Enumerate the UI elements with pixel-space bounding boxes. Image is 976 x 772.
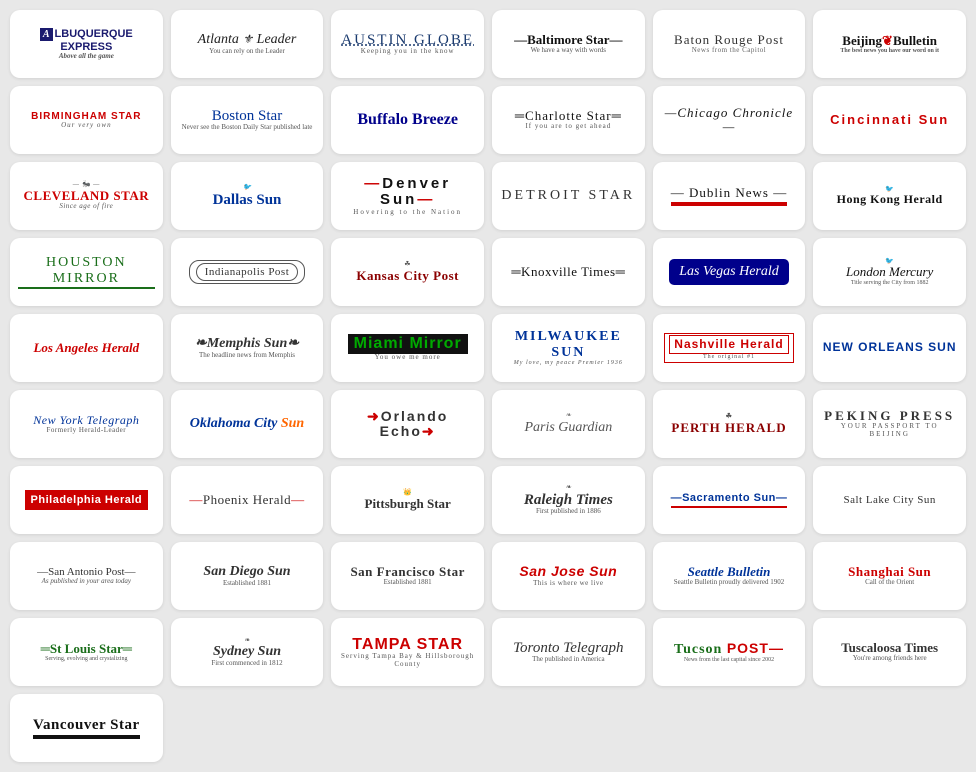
card-sanjose[interactable]: San Jose Sun This is where we live xyxy=(492,542,645,610)
card-chicago[interactable]: —Chicago Chronicle— xyxy=(653,86,806,154)
empty-cell-2 xyxy=(331,694,484,762)
card-houston[interactable]: Houston Mirror xyxy=(10,238,163,306)
card-kansascity[interactable]: ☘ Kansas City Post xyxy=(331,238,484,306)
card-sydney[interactable]: ❧ Sydney Sun First commenced in 1812 xyxy=(171,618,324,686)
card-shanghai[interactable]: Shanghai Sun Call of the Orient xyxy=(813,542,966,610)
card-sandiego[interactable]: San Diego Sun Established 1881 xyxy=(171,542,324,610)
card-indianapolis[interactable]: Indianapolis Post xyxy=(171,238,324,306)
card-knoxville[interactable]: ═Knoxville Times═ xyxy=(492,238,645,306)
card-philadelphia[interactable]: Philadelphia Herald xyxy=(10,466,163,534)
card-london[interactable]: 🐦 London Mercury Title serving the City … xyxy=(813,238,966,306)
card-baton[interactable]: Baton Rouge Post News from the Capitol xyxy=(653,10,806,78)
card-tuscaloosa[interactable]: Tuscaloosa Times You're among friends he… xyxy=(813,618,966,686)
card-cincinnati[interactable]: Cincinnati Sun xyxy=(813,86,966,154)
card-miami[interactable]: Miami Mirror You owe me more xyxy=(331,314,484,382)
card-seattle[interactable]: Seattle Bulletin Seattle Bulletin proudl… xyxy=(653,542,806,610)
card-pittsburgh[interactable]: 👑 Pittsburgh Star xyxy=(331,466,484,534)
card-toronto[interactable]: Toronto Telegraph The published in Ameri… xyxy=(492,618,645,686)
card-newyork[interactable]: New York Telegraph Formerly Herald-Leade… xyxy=(10,390,163,458)
card-buffalo[interactable]: Buffalo Breeze xyxy=(331,86,484,154)
card-atlanta[interactable]: Atlanta ⚜ Leader You can rely on the Lea… xyxy=(171,10,324,78)
card-memphis[interactable]: ❧Memphis Sun❧ The headline news from Mem… xyxy=(171,314,324,382)
card-losangeles[interactable]: Los Angeles Herald xyxy=(10,314,163,382)
card-detroit[interactable]: Detroit Star xyxy=(492,162,645,230)
card-milwaukee[interactable]: Milwaukee Sun My love, my peace Premier … xyxy=(492,314,645,382)
card-boston[interactable]: Boston Star Never see the Boston Daily S… xyxy=(171,86,324,154)
empty-cell-5 xyxy=(813,694,966,762)
empty-cell-3 xyxy=(492,694,645,762)
card-beijing[interactable]: Beijing❦Bulletin The best news you have … xyxy=(813,10,966,78)
card-baltimore[interactable]: ―Baltimore Star― We have a way with word… xyxy=(492,10,645,78)
card-denver[interactable]: ―Denver Sun― Hovering to the Nation xyxy=(331,162,484,230)
card-saltlake[interactable]: Salt Lake City Sun xyxy=(813,466,966,534)
empty-cell-1 xyxy=(171,694,324,762)
card-peking[interactable]: Peking Press Your passport to Beijing xyxy=(813,390,966,458)
card-albuquerque[interactable]: ALBUQUERQUE EXPRESS Above all the game xyxy=(10,10,163,78)
card-sanantonio[interactable]: ―San Antonio Post― As published in your … xyxy=(10,542,163,610)
card-vancouver[interactable]: Vancouver Star xyxy=(10,694,163,762)
card-perth[interactable]: ☘ Perth Herald xyxy=(653,390,806,458)
card-birmingham[interactable]: Birmingham Star Our very own xyxy=(10,86,163,154)
card-nashville[interactable]: Nashville Herald The original #1 xyxy=(653,314,806,382)
card-tampa[interactable]: Tampa Star Serving Tampa Bay & Hillsboro… xyxy=(331,618,484,686)
card-phoenix[interactable]: ―Phoenix Herald― xyxy=(171,466,324,534)
newspaper-grid: ALBUQUERQUE EXPRESS Above all the game A… xyxy=(10,10,966,762)
card-stlouis[interactable]: ═St Louis Star═ Serving, evolving and cr… xyxy=(10,618,163,686)
card-austin[interactable]: Austin Globe Keeping you in the know xyxy=(331,10,484,78)
card-neworleans[interactable]: New Orleans Sun xyxy=(813,314,966,382)
card-hongkong[interactable]: 🐦 Hong Kong Herald xyxy=(813,162,966,230)
card-lasvegas[interactable]: Las Vegas Herald xyxy=(653,238,806,306)
card-oklahoma[interactable]: Oklahoma City Sun xyxy=(171,390,324,458)
empty-cell-4 xyxy=(653,694,806,762)
card-sacramento[interactable]: ―Sacramento Sun― xyxy=(653,466,806,534)
card-dublin[interactable]: ― Dublin News ― xyxy=(653,162,806,230)
card-tucson[interactable]: Tucson Post― News from the last capital … xyxy=(653,618,806,686)
card-orlando[interactable]: ➜Orlando Echo➜ xyxy=(331,390,484,458)
card-paris[interactable]: ❧ Paris Guardian xyxy=(492,390,645,458)
card-dallas[interactable]: 🐦 Dallas Sun xyxy=(171,162,324,230)
card-sanfrancisco[interactable]: San Francisco Star Established 1881 xyxy=(331,542,484,610)
card-charlotte[interactable]: ═Charlotte Star═ If you are to get ahead xyxy=(492,86,645,154)
card-cleveland[interactable]: — 🐜 — Cleveland Star Since age of fire xyxy=(10,162,163,230)
card-raleigh[interactable]: ❧ Raleigh Times First published in 1886 xyxy=(492,466,645,534)
